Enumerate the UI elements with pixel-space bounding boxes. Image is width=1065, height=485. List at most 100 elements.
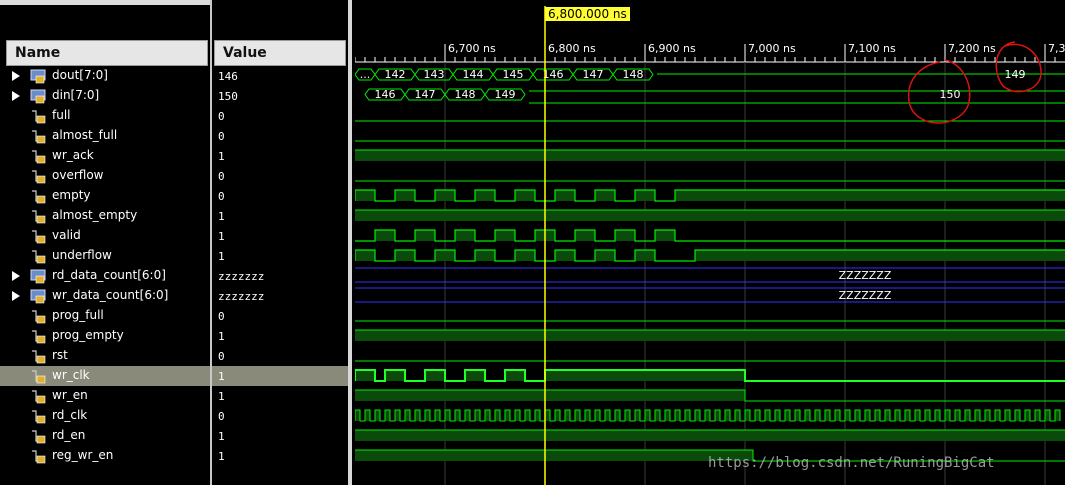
signal-row[interactable]: prog_full [0, 306, 210, 326]
rd-clk-fill [415, 410, 420, 421]
bit-signal-icon [32, 210, 46, 224]
underflow-wave-fill [435, 250, 455, 261]
rd-clk-fill [585, 410, 590, 421]
rd-clk-fill [605, 410, 610, 421]
valid-wave-fill [615, 230, 635, 241]
signal-name: prog_full [52, 308, 104, 322]
waveform-view[interactable]: 6,700 ns 6,800 ns 6,900 ns 7,000 ns 7,100 ns… [355, 0, 1065, 485]
empty-wave-fill [515, 190, 535, 201]
wr-clk-fill [355, 370, 375, 381]
signal-row[interactable]: almost_empty [0, 206, 210, 226]
signal-value: 0 [218, 190, 225, 203]
valid-wave-fill [495, 230, 515, 241]
signal-row[interactable]: rd_data_count[6:0] [0, 266, 210, 286]
rd-clk-fill [775, 410, 780, 421]
rd-clk-fill [785, 410, 790, 421]
signal-row[interactable]: almost_full [0, 126, 210, 146]
underflow-wave-fill [395, 250, 415, 261]
underflow-wave-fill [355, 250, 375, 261]
signal-row[interactable]: overflow [0, 166, 210, 186]
ruler-label: 7,000 ns [748, 42, 796, 55]
rd-clk-fill [985, 410, 990, 421]
valid-wave-fill [375, 230, 395, 241]
dout-value: 144 [463, 68, 484, 81]
signal-row[interactable]: rd_clk [0, 406, 210, 426]
signal-value: 1 [218, 250, 225, 263]
signal-value: 0 [218, 410, 225, 423]
name-value-divider[interactable] [210, 0, 212, 485]
signal-row[interactable]: din[7:0] [0, 86, 210, 106]
empty-wave-fill [555, 190, 575, 201]
dout-value: 149 [1005, 68, 1026, 81]
rd-clk-fill [1025, 410, 1030, 421]
rd-clk-fill [625, 410, 630, 421]
signal-row[interactable]: rst [0, 346, 210, 366]
signal-name: wr_clk [52, 368, 90, 382]
empty-wave-fill [475, 190, 495, 201]
expand-arrow-icon[interactable] [12, 91, 20, 101]
rd-clk-fill [675, 410, 680, 421]
rd-clk-fill [535, 410, 540, 421]
signal-row[interactable]: wr_en [0, 386, 210, 406]
rd-clk-fill [445, 410, 450, 421]
rd-clk-fill [475, 410, 480, 421]
dout-value: 145 [503, 68, 524, 81]
rd-clk-fill [495, 410, 500, 421]
rd-clk-fill [865, 410, 870, 421]
expand-arrow-icon[interactable] [12, 71, 20, 81]
valid-wave-fill [455, 230, 475, 241]
rd-clk-fill [435, 410, 440, 421]
signal-row[interactable]: dout[7:0] [0, 66, 210, 86]
signal-value: 1 [218, 390, 225, 403]
signal-row[interactable]: reg_wr_en [0, 446, 210, 466]
signal-row[interactable]: wr_clk [0, 366, 210, 386]
din-value: 147 [415, 88, 436, 101]
watermark: https://blog.csdn.net/RuningBigCat [708, 455, 995, 471]
expand-arrow-icon[interactable] [12, 271, 20, 281]
rd-clk-fill [895, 410, 900, 421]
bit-signal-icon [32, 230, 46, 244]
signal-row[interactable]: valid [0, 226, 210, 246]
signal-name: rst [52, 348, 68, 362]
rd-clk-fill [1015, 410, 1020, 421]
rd-clk-fill [595, 410, 600, 421]
din-value: 146 [375, 88, 396, 101]
value-scrollbar[interactable] [348, 0, 352, 485]
signal-value: 1 [218, 450, 225, 463]
signal-row[interactable]: prog_empty [0, 326, 210, 346]
cursor-time-label: 6,800.000 ns [545, 7, 630, 21]
signal-value: 0 [218, 130, 225, 143]
underflow-wave-fill [635, 250, 655, 261]
ruler-label: 7,100 ns [848, 42, 896, 55]
ruler-label: 7,3 [1048, 42, 1065, 55]
rd-clk-fill [1045, 410, 1050, 421]
signal-row[interactable]: rd_en [0, 426, 210, 446]
rd-clk-fill [525, 410, 530, 421]
name-column-header[interactable]: Name [6, 40, 208, 66]
empty-wave-fill [635, 190, 655, 201]
signal-name: dout[7:0] [52, 68, 108, 82]
signal-row[interactable]: wr_data_count[6:0] [0, 286, 210, 306]
signal-name: overflow [52, 168, 104, 182]
rd-clk-fill [635, 410, 640, 421]
rd-clk-fill [875, 410, 880, 421]
rd-clk-fill [645, 410, 650, 421]
signal-value: 0 [218, 110, 225, 123]
signal-row[interactable]: full [0, 106, 210, 126]
expand-arrow-icon[interactable] [12, 291, 20, 301]
signal-value: 0 [218, 310, 225, 323]
rd-clk-fill [715, 410, 720, 421]
rd-clk-fill [735, 410, 740, 421]
underflow-wave-fill [695, 250, 1065, 261]
signal-name: din[7:0] [52, 88, 100, 102]
rd-clk-fill [905, 410, 910, 421]
rd-clk-fill [855, 410, 860, 421]
bit-signal-icon [32, 390, 46, 404]
signal-name: empty [52, 188, 91, 202]
value-column-header[interactable]: Value [214, 40, 346, 66]
signal-row[interactable]: wr_ack [0, 146, 210, 166]
rd-clk-fill [485, 410, 490, 421]
signal-row[interactable]: empty [0, 186, 210, 206]
rd-clk-fill [755, 410, 760, 421]
signal-row[interactable]: underflow [0, 246, 210, 266]
